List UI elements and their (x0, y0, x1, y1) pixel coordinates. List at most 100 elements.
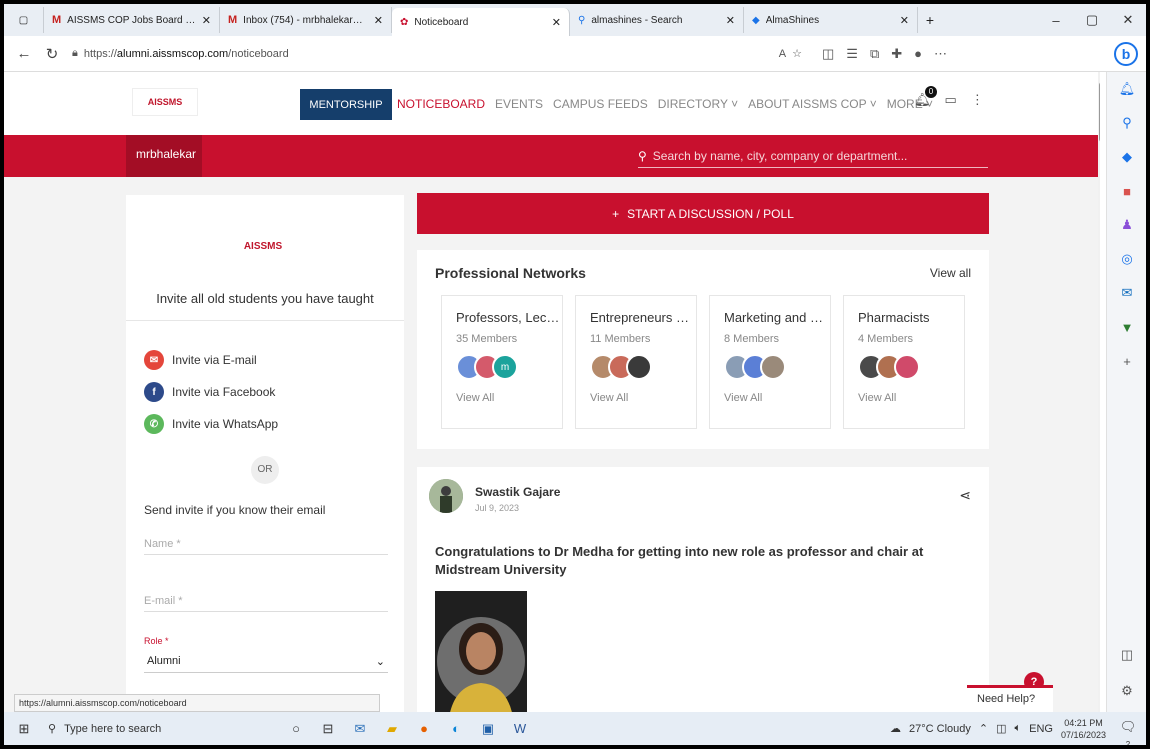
notification-center-icon[interactable]: 🗨︎2 (1118, 719, 1138, 745)
start-discussion-button[interactable]: + START A DISCUSSION / POLL (417, 193, 989, 234)
clock[interactable]: 04:21 PM 07/16/2023 (1061, 717, 1106, 741)
notification-badge: 0 (925, 86, 937, 98)
tab-title: AISSMS COP Jobs Board - mrbh (67, 14, 196, 26)
network-view-all-link[interactable]: View All (590, 392, 696, 404)
task-view-icon[interactable]: ⊟ (312, 721, 344, 737)
games-icon[interactable]: ♟ (1107, 208, 1146, 242)
profile-icon[interactable]: ● (914, 46, 922, 62)
tab-almashines[interactable]: ◆ AlmaShines ✕ (744, 7, 918, 33)
chevron-down-icon: ⌄ (375, 656, 385, 668)
collections-icon[interactable]: ⧉ (870, 46, 879, 62)
mail-icon[interactable]: ✉ (344, 721, 376, 737)
search-icon[interactable]: ⚲ (1107, 106, 1146, 140)
post-image[interactable] (435, 591, 527, 712)
photos-icon[interactable]: ▣ (472, 721, 504, 737)
shopping-icon[interactable]: ■ (1107, 174, 1146, 208)
tag-icon[interactable]: ◆ (1107, 140, 1146, 174)
firefox-icon[interactable]: ● (408, 721, 440, 736)
page-scrollbar[interactable] (1098, 72, 1100, 712)
word-icon[interactable]: W (504, 721, 536, 736)
back-icon[interactable]: ← (10, 45, 38, 62)
drop-icon[interactable]: ▼ (1107, 310, 1146, 344)
file-explorer-icon[interactable]: ▰ (376, 721, 408, 737)
language-label[interactable]: ENG (1029, 723, 1053, 735)
close-window-icon[interactable]: ✕ (1110, 12, 1146, 28)
invite-name-input[interactable]: Name * (144, 538, 388, 555)
network-members: 4 Members (858, 333, 914, 345)
invite-email-input[interactable]: E-mail * (144, 595, 388, 612)
invite-email-button[interactable]: ✉ Invite via E-mail (144, 350, 257, 370)
favorite-star-icon[interactable]: ☆ (792, 47, 802, 60)
office-icon[interactable]: ◎ (1107, 242, 1146, 276)
author-avatar[interactable] (429, 479, 463, 513)
close-tab-icon[interactable]: ✕ (900, 14, 909, 27)
read-aloud-icon[interactable]: A (779, 48, 786, 60)
kebab-menu-icon[interactable]: ⋮ (971, 92, 984, 108)
username-label[interactable]: mrbhalekar (126, 135, 202, 177)
site-logo[interactable]: AISSMS (132, 88, 198, 116)
close-tab-icon[interactable]: ✕ (202, 14, 211, 27)
outlook-icon[interactable]: ✉ (1107, 276, 1146, 310)
network-view-all-link[interactable]: View All (456, 392, 562, 404)
role-select[interactable]: Alumni ⌄ (144, 651, 388, 673)
tab-inbox[interactable]: M Inbox (754) - mrbhalekar@aissm ✕ (220, 7, 392, 33)
bell-icon[interactable]: 🔔︎ (1107, 72, 1146, 106)
new-tab-button[interactable]: + (918, 12, 942, 28)
invite-facebook-button[interactable]: f Invite via Facebook (144, 382, 275, 402)
or-divider: OR (251, 456, 279, 484)
settings-icon[interactable]: ⚙ (1107, 674, 1146, 708)
url-field[interactable]: 🔒︎ https://alumni.aissmscop.com/noticebo… (72, 47, 802, 60)
volume-icon[interactable]: 🔈︎ (1015, 722, 1022, 735)
nav-directory[interactable]: DIRECTORY ˅ (658, 97, 738, 111)
nav-about[interactable]: ABOUT AISSMS COP ˅ (748, 97, 877, 111)
directory-search-input[interactable]: ⚲ Search by name, city, company or depar… (638, 149, 988, 168)
nav-campus-feeds[interactable]: CAMPUS FEEDS (553, 97, 648, 111)
nav-mentorship[interactable]: MENTORSHIP (300, 89, 392, 120)
favorites-icon[interactable]: ☰ (846, 46, 858, 62)
scrollbar-thumb[interactable] (1099, 82, 1100, 142)
refresh-icon[interactable]: ↻ (38, 45, 66, 63)
minimize-icon[interactable]: – (1038, 13, 1074, 28)
author-name[interactable]: Swastik Gajare (475, 485, 560, 499)
main-nav: NOTICEBOARD EVENTS CAMPUS FEEDS DIRECTOR… (397, 97, 933, 111)
network-card[interactable]: Pharmacists 4 Members View All (843, 295, 965, 429)
network-view-all-link[interactable]: View All (858, 392, 964, 404)
need-help-button[interactable]: Need Help? (967, 685, 1053, 712)
tab-search[interactable]: ⚲ almashines - Search ✕ (570, 7, 744, 33)
tab-jobs-board[interactable]: M AISSMS COP Jobs Board - mrbh ✕ (44, 7, 220, 33)
network-icon[interactable]: ◫ (996, 722, 1006, 735)
tray-chevron-icon[interactable]: ⌃ (979, 722, 988, 735)
weather-label[interactable]: 27°C Cloudy (909, 723, 971, 735)
add-icon[interactable]: + (1107, 344, 1146, 378)
close-tab-icon[interactable]: ✕ (726, 14, 735, 27)
messages-icon[interactable]: ▭ (945, 92, 957, 108)
close-tab-icon[interactable]: ✕ (374, 14, 383, 27)
share-icon[interactable]: ⋖ (959, 487, 971, 504)
cortana-icon[interactable]: ○ (280, 721, 312, 736)
invite-whatsapp-button[interactable]: ✆ Invite via WhatsApp (144, 414, 278, 434)
taskbar-search-input[interactable]: ⚲ Type here to search (40, 722, 240, 736)
edge-icon[interactable]: ◐ (440, 721, 472, 736)
tab-actions-button[interactable]: ▢ (4, 7, 44, 33)
windows-start-icon[interactable]: ⊞ (8, 721, 40, 737)
more-options-icon[interactable]: ⋯ (934, 46, 947, 62)
sidebar-layout-icon[interactable]: ◫ (1107, 638, 1146, 672)
logo-text: AISSMS (147, 97, 183, 107)
network-view-all-link[interactable]: View All (724, 392, 830, 404)
network-card[interactable]: Entrepreneurs a... 11 Members View All (575, 295, 697, 429)
bing-chat-button[interactable]: b (1114, 42, 1138, 66)
notification-bell-icon[interactable]: 🔔︎ 0 (914, 86, 937, 108)
network-card[interactable]: Professors, Lect... 35 Members m View Al… (441, 295, 563, 429)
close-tab-icon[interactable]: ✕ (552, 16, 561, 29)
networks-view-all-link[interactable]: View all (930, 266, 971, 280)
tab-bar: ▢ M AISSMS COP Jobs Board - mrbh ✕ M Inb… (4, 4, 1146, 36)
tab-noticeboard[interactable]: ✿ Noticeboard ✕ (392, 8, 570, 36)
restore-icon[interactable]: ▢ (1074, 12, 1110, 28)
split-screen-icon[interactable]: ◫ (822, 46, 834, 62)
nav-noticeboard[interactable]: NOTICEBOARD (397, 97, 485, 111)
network-card[interactable]: Marketing and S... 8 Members View All (709, 295, 831, 429)
nav-events[interactable]: EVENTS (495, 97, 543, 111)
extensions-icon[interactable]: ✚ (891, 46, 902, 62)
logo-text: AISSMS (243, 240, 283, 252)
edge-sidebar: 🔔︎ ⚲ ◆ ■ ♟ ◎ ✉ ▼ + ◫ ⚙ (1106, 72, 1146, 712)
